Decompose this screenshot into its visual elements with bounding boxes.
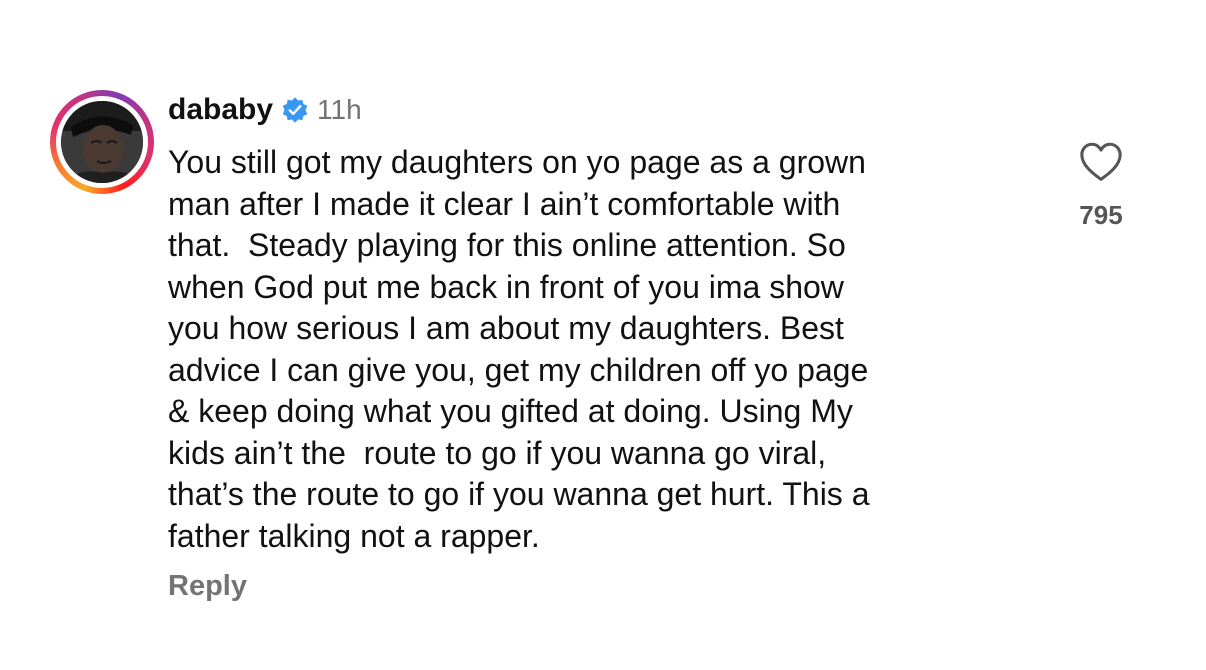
comment-text-line: that’s the route to go if you wanna get … — [168, 476, 870, 512]
comment-text-line: when God put me back in front of you ima… — [168, 268, 844, 305]
comment-header: dababy 11h — [168, 90, 362, 130]
comment-text-line: advice I can give you, get my children o… — [168, 351, 869, 388]
comment-text-line: man after I made it clear I ain’t comfor… — [168, 185, 841, 222]
avatar[interactable] — [61, 101, 143, 183]
comment-text-line: you how serious I am about my daughters.… — [168, 310, 844, 346]
avatar-image — [61, 101, 143, 183]
comment-text-line: father talking not a rapper. — [168, 517, 540, 554]
comment: dababy 11h You still got my daughters on… — [0, 0, 1206, 670]
comment-text-line: kids ain’t the route to go if you wanna … — [168, 434, 827, 471]
comment-text: You still got my daughters on yo page as… — [168, 142, 1028, 557]
heart-outline-icon[interactable] — [1078, 140, 1124, 184]
like-count: 795 — [1079, 200, 1123, 230]
comment-text-line: that. Steady playing for this online att… — [168, 227, 846, 263]
username[interactable]: dababy — [168, 93, 273, 127]
reply-button[interactable]: Reply — [168, 570, 247, 603]
story-ring[interactable] — [50, 90, 154, 194]
comment-text-line: & keep doing what you gifted at doing. U… — [168, 393, 853, 429]
timestamp: 11h — [317, 94, 362, 125]
verified-badge-icon — [281, 96, 309, 124]
comment-text-line: You still got my daughters on yo page as… — [168, 144, 866, 180]
